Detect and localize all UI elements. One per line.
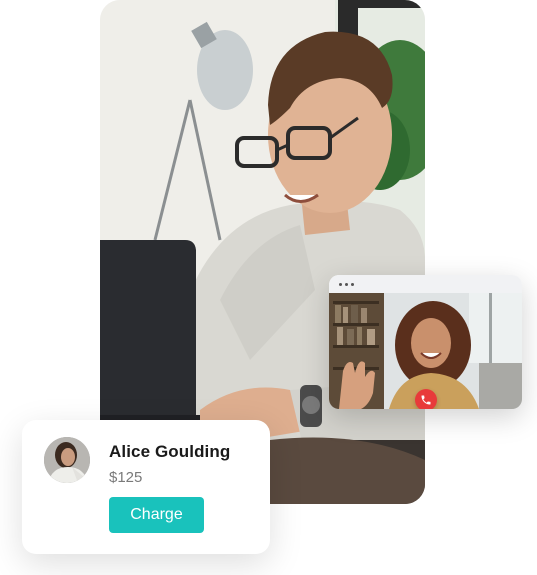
payment-card: Alice Goulding $125 Charge [22,420,270,554]
titlebar-dot-icon [339,282,342,286]
titlebar-dot-icon [345,282,348,286]
call-window-titlebar [329,275,522,293]
charge-button[interactable]: Charge [109,497,204,533]
user-avatar-icon [44,437,90,483]
hangup-button[interactable] [415,389,437,409]
caller-video [329,293,522,409]
phone-hangup-icon [421,395,431,405]
video-call-window [329,275,522,409]
customer-name: Alice Goulding [109,442,231,461]
titlebar-dot-icon [351,282,354,286]
charge-amount: $125 [109,469,143,486]
avatar [44,437,90,483]
